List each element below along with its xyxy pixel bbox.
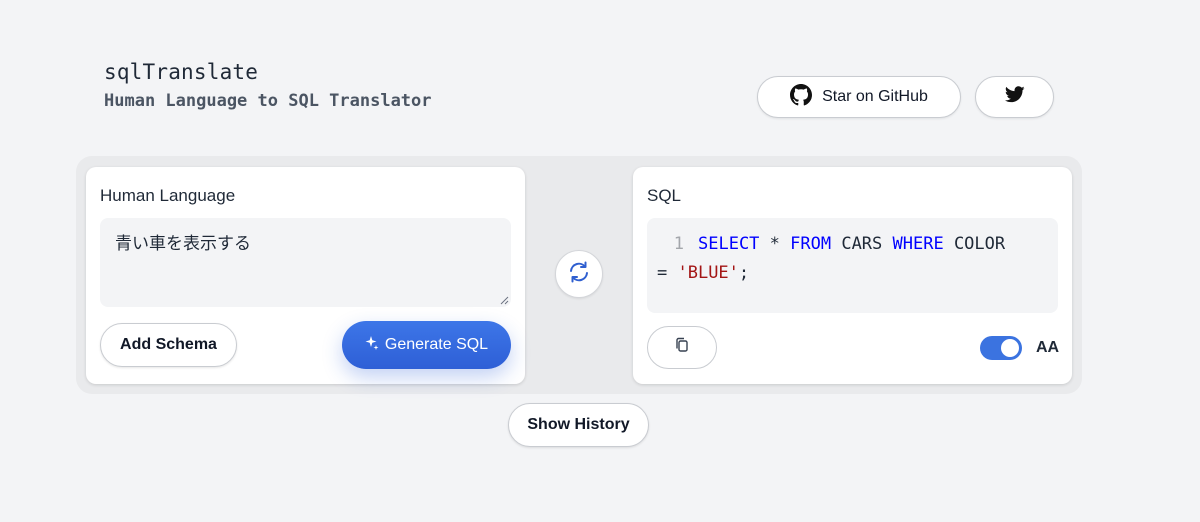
github-icon xyxy=(790,83,813,111)
sql-token-column: COLOR xyxy=(943,234,1006,254)
show-history-button[interactable]: Show History xyxy=(508,403,649,447)
sql-token-star: * xyxy=(759,234,791,254)
copy-button[interactable] xyxy=(647,326,717,369)
line-number: 1 xyxy=(673,234,684,254)
human-language-label: Human Language xyxy=(100,186,236,205)
sql-code-block[interactable]: 1 SELECT * FROM CARS WHERE COLOR = 'BLUE'… xyxy=(647,218,1058,313)
app-title: sqlTranslate xyxy=(104,60,259,84)
copy-icon xyxy=(673,336,691,359)
generate-sql-label: Generate SQL xyxy=(384,336,489,353)
human-language-input-value: 青い車を表示する xyxy=(115,234,251,254)
toggle-knob xyxy=(1001,339,1019,357)
github-button-label: Star on GitHub xyxy=(822,88,928,105)
sql-token-equals: = xyxy=(657,263,678,283)
sql-token-semicolon: ; xyxy=(738,263,750,283)
resize-handle-icon[interactable] xyxy=(499,295,509,305)
code-line-wrap: = 'BLUE'; xyxy=(657,259,1048,288)
uppercase-toggle-label: AA xyxy=(1036,339,1060,356)
generate-sql-button[interactable]: Generate SQL xyxy=(342,321,511,369)
sql-keyword-where: WHERE xyxy=(892,234,944,254)
human-language-input[interactable]: 青い車を表示する xyxy=(100,218,511,307)
sparkle-icon xyxy=(365,335,379,356)
swap-button[interactable] xyxy=(555,250,603,298)
code-line: 1 SELECT * FROM CARS WHERE COLOR xyxy=(657,230,1048,259)
sql-keyword-select: SELECT xyxy=(698,234,760,254)
brand: sqlTranslate Human Language to SQL Trans… xyxy=(104,60,432,111)
sql-token-table: CARS xyxy=(831,234,893,254)
sql-keyword-from: FROM xyxy=(790,234,832,254)
add-schema-button[interactable]: Add Schema xyxy=(100,323,237,367)
uppercase-toggle[interactable] xyxy=(980,336,1022,360)
twitter-icon xyxy=(1004,86,1025,108)
sql-string-value: 'BLUE' xyxy=(677,263,739,283)
twitter-button[interactable] xyxy=(975,76,1054,118)
sql-label: SQL xyxy=(647,186,682,205)
human-language-card: Human Language 青い車を表示する Add Schema Gener… xyxy=(86,167,525,384)
swap-arrows-icon xyxy=(567,260,591,289)
app-subtitle: Human Language to SQL Translator xyxy=(104,91,432,111)
sql-card: SQL 1 SELECT * FROM CARS WHERE COLOR = 'B… xyxy=(633,167,1072,384)
star-on-github-button[interactable]: Star on GitHub xyxy=(757,76,961,118)
